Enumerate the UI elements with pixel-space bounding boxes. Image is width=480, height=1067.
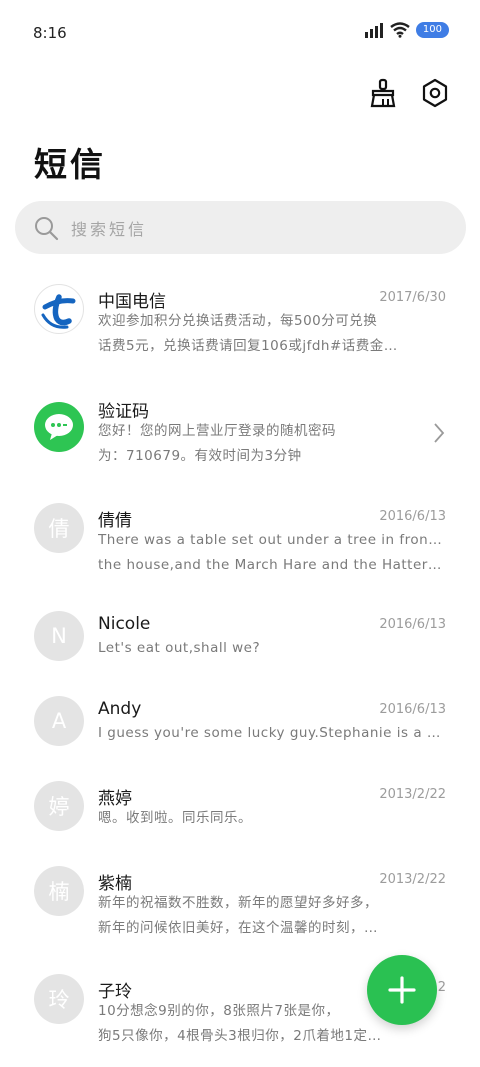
message-preview: There was a table set out under a tree i… <box>98 528 444 578</box>
message-item[interactable]: 倩 倩倩 2016/6/13 There was a table set out… <box>0 503 480 593</box>
message-preview: Let's eat out,shall we? <box>98 636 444 661</box>
new-message-button[interactable] <box>367 955 437 1025</box>
search-placeholder: 搜索短信 <box>71 219 148 239</box>
message-item[interactable]: 验证码 您好！您的网上营业厅登录的随机密码 为：710679。有效时间为3分钟 <box>0 394 480 484</box>
avatar: 倩 <box>34 503 84 553</box>
avatar: 玲 <box>34 974 84 1024</box>
preview-line: the house,and the March Hare and the Hat… <box>98 557 444 573</box>
message-date: 2017/6/30 <box>379 290 446 305</box>
status-time: 8:16 <box>33 24 67 42</box>
message-preview: I guess you're some lucky guy.Stephanie … <box>98 721 444 746</box>
china-telecom-logo-icon <box>41 294 76 329</box>
preview-line: 新年的问候依旧美好，在这个温馨的时刻，… <box>98 920 378 936</box>
message-item[interactable]: 中国电信 2017/6/30 欢迎参加积分兑换话费活动，每500分可兑换 话费5… <box>0 284 480 374</box>
preview-line: 欢迎参加积分兑换话费活动，每500分可兑换 <box>98 313 378 329</box>
search-icon <box>35 216 59 240</box>
message-preview: 欢迎参加积分兑换话费活动，每500分可兑换 话费5元，兑换话费请回复106或jf… <box>98 309 444 359</box>
status-bar: 8:16 100 <box>0 0 480 66</box>
message-date: 2 <box>437 980 446 995</box>
preview-line: 新年的祝福数不胜数，新年的愿望好多好多， <box>98 895 378 911</box>
message-date: 2016/6/13 <box>379 509 446 524</box>
message-date: 2013/2/22 <box>379 872 446 887</box>
preview-line: 嗯。收到啦。同乐同乐。 <box>98 810 252 826</box>
header-tools <box>366 76 452 110</box>
clean-button[interactable] <box>366 76 400 110</box>
preview-line: 您好！您的网上营业厅登录的随机密码 <box>98 423 336 439</box>
page-title: 短信 <box>34 145 106 184</box>
avatar: A <box>34 696 84 746</box>
broom-icon <box>370 78 396 108</box>
avatar: N <box>34 611 84 661</box>
chevron-right-icon <box>434 423 445 443</box>
gear-icon <box>422 78 448 108</box>
message-date: 2013/2/22 <box>379 787 446 802</box>
preview-line: Let's eat out,shall we? <box>98 640 261 656</box>
avatar <box>34 402 84 452</box>
message-item[interactable]: 婷 燕婷 2013/2/22 嗯。收到啦。同乐同乐。 <box>0 781 480 847</box>
avatar <box>34 284 84 334</box>
avatar: 婷 <box>34 781 84 831</box>
status-icons: 100 <box>364 22 449 38</box>
contact-name: Nicole <box>98 614 151 634</box>
battery-badge: 100 <box>415 22 449 38</box>
message-date: 2016/6/13 <box>379 702 446 717</box>
wifi-icon <box>390 22 410 38</box>
message-item[interactable]: A Andy 2016/6/13 I guess you're some luc… <box>0 696 480 762</box>
preview-line: There was a table set out under a tree i… <box>98 532 444 548</box>
message-item[interactable]: N Nicole 2016/6/13 Let's eat out,shall w… <box>0 611 480 677</box>
preview-line: I guess you're some lucky guy.Stephanie … <box>98 725 444 741</box>
message-date: 2016/6/13 <box>379 617 446 632</box>
contact-name: Andy <box>98 699 142 719</box>
message-preview: 嗯。收到啦。同乐同乐。 <box>98 806 444 831</box>
message-item[interactable]: 楠 紫楠 2013/2/22 新年的祝福数不胜数，新年的愿望好多好多， 新年的问… <box>0 866 480 956</box>
message-preview: 新年的祝福数不胜数，新年的愿望好多好多， 新年的问候依旧美好，在这个温馨的时刻，… <box>98 891 444 941</box>
preview-line: 为：710679。有效时间为3分钟 <box>98 448 302 464</box>
avatar: 楠 <box>34 866 84 916</box>
preview-line: 狗5只像你，4根骨头3根归你，2爪着地1定… <box>98 1028 382 1044</box>
chat-bubble-icon <box>45 414 73 440</box>
settings-button[interactable] <box>418 76 452 110</box>
preview-line: 话费5元，兑换话费请回复106或jfdh#话费金… <box>98 338 398 354</box>
search-bar[interactable]: 搜索短信 <box>15 201 466 254</box>
message-preview: 您好！您的网上营业厅登录的随机密码 为：710679。有效时间为3分钟 <box>98 419 444 469</box>
plus-icon <box>388 976 416 1004</box>
signal-icon <box>364 23 383 38</box>
